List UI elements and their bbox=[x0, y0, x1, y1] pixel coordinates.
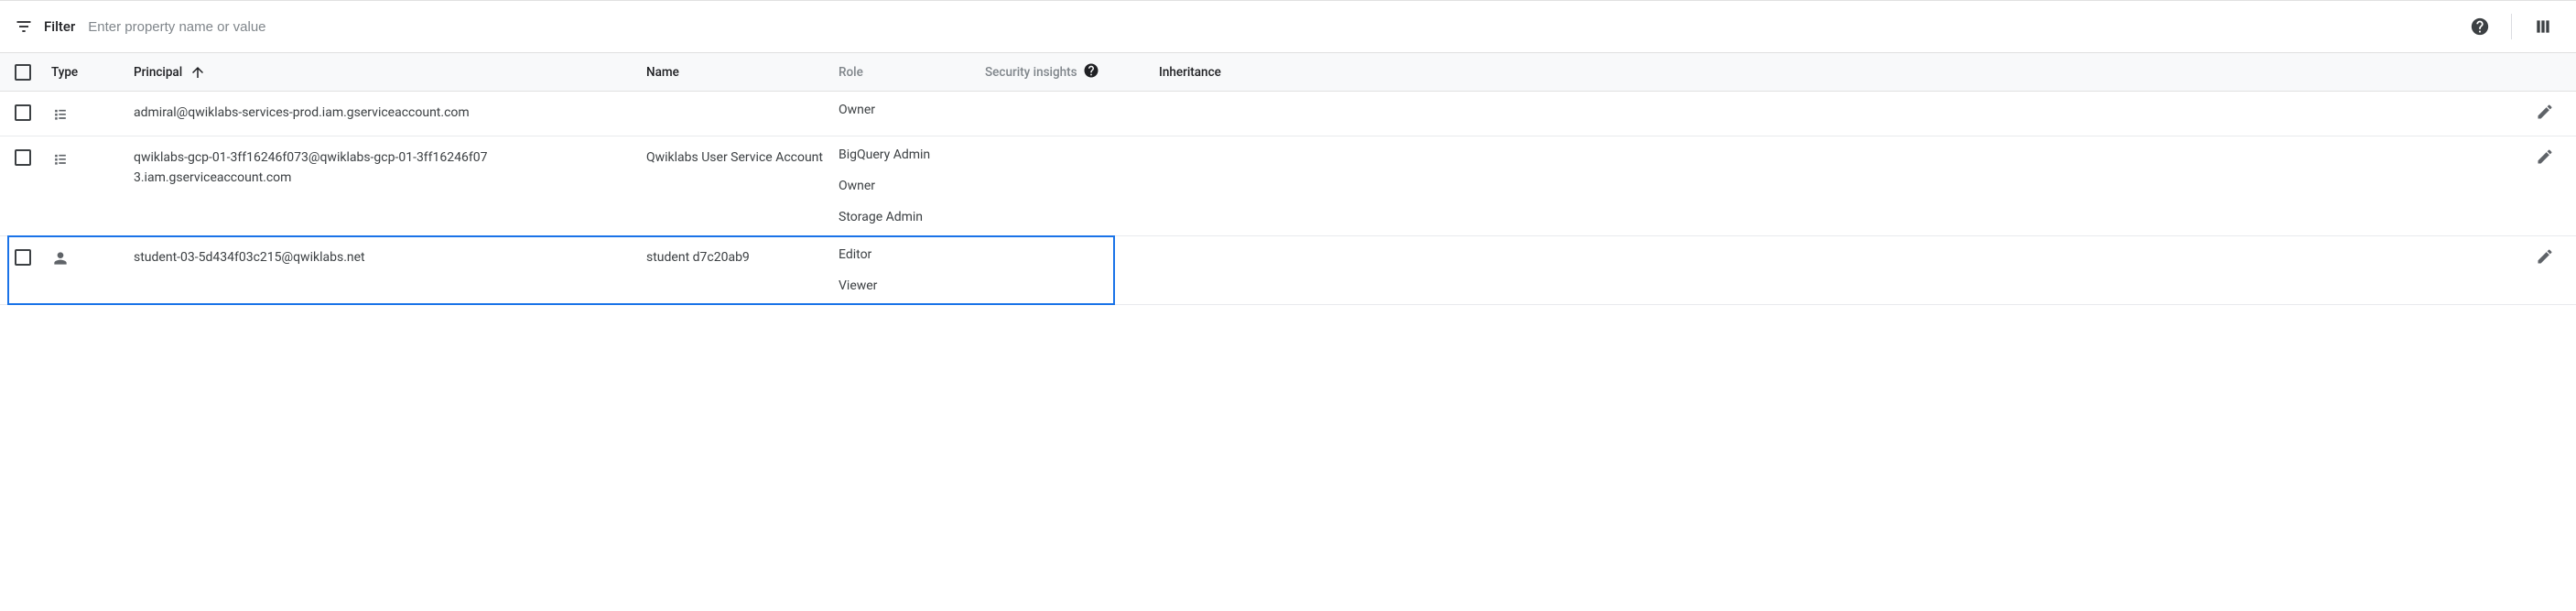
role-item: Owner bbox=[839, 103, 875, 117]
table-row: qwiklabs-gcp-01-3ff16246f073@qwiklabs-gc… bbox=[0, 136, 2576, 236]
filter-icon bbox=[15, 17, 33, 36]
column-header-principal[interactable]: Principal bbox=[134, 64, 646, 81]
edit-principal-icon[interactable] bbox=[2536, 103, 2554, 125]
select-all-checkbox[interactable] bbox=[15, 64, 31, 81]
principal-email: student-03-5d434f03c215@qwiklabs.net bbox=[134, 247, 365, 267]
column-header-type[interactable]: Type bbox=[51, 65, 134, 80]
filter-input[interactable] bbox=[88, 19, 2462, 35]
role-list: BigQuery Admin Owner Storage Admin bbox=[839, 147, 930, 224]
role-list: Owner bbox=[839, 103, 875, 117]
principal-name: student d7c20ab9 bbox=[646, 247, 750, 267]
row-checkbox[interactable] bbox=[15, 249, 31, 266]
table-row: admiral@qwiklabs-services-prod.iam.gserv… bbox=[0, 92, 2576, 136]
column-header-name[interactable]: Name bbox=[646, 65, 839, 80]
row-checkbox[interactable] bbox=[15, 104, 31, 121]
help-icon[interactable] bbox=[1083, 62, 1099, 82]
iam-permissions-panel: Filter Type Principa bbox=[0, 0, 2576, 305]
role-item: Editor bbox=[839, 247, 877, 262]
table-header: Type Principal Name Role Security insigh… bbox=[0, 53, 2576, 92]
column-display-options-icon[interactable] bbox=[2525, 8, 2561, 45]
service-account-icon bbox=[51, 149, 70, 168]
service-account-icon bbox=[51, 104, 70, 123]
divider bbox=[2511, 14, 2512, 39]
help-icon[interactable] bbox=[2462, 8, 2498, 45]
user-icon bbox=[51, 249, 70, 267]
column-header-security-insights[interactable]: Security insights bbox=[985, 62, 1159, 82]
edit-principal-icon[interactable] bbox=[2536, 247, 2554, 269]
role-list: Editor Viewer bbox=[839, 247, 877, 293]
row-checkbox[interactable] bbox=[15, 149, 31, 166]
column-header-role[interactable]: Role bbox=[839, 65, 985, 80]
edit-principal-icon[interactable] bbox=[2536, 147, 2554, 169]
sort-ascending-icon bbox=[189, 64, 206, 81]
role-item: BigQuery Admin bbox=[839, 147, 930, 162]
filter-bar: Filter bbox=[0, 0, 2576, 53]
iam-table: Type Principal Name Role Security insigh… bbox=[0, 53, 2576, 305]
role-item: Owner bbox=[839, 179, 930, 193]
principal-name: Qwiklabs User Service Account bbox=[646, 147, 823, 168]
filter-label: Filter bbox=[44, 18, 75, 35]
column-header-inheritance[interactable]: Inheritance bbox=[1159, 65, 1287, 80]
role-item: Viewer bbox=[839, 278, 877, 293]
filter-actions bbox=[2462, 8, 2561, 45]
principal-email: qwiklabs-gcp-01-3ff16246f073@qwiklabs-gc… bbox=[134, 147, 491, 189]
table-row: student-03-5d434f03c215@qwiklabs.net stu… bbox=[0, 236, 2576, 305]
principal-email: admiral@qwiklabs-services-prod.iam.gserv… bbox=[134, 103, 470, 123]
role-item: Storage Admin bbox=[839, 210, 930, 224]
